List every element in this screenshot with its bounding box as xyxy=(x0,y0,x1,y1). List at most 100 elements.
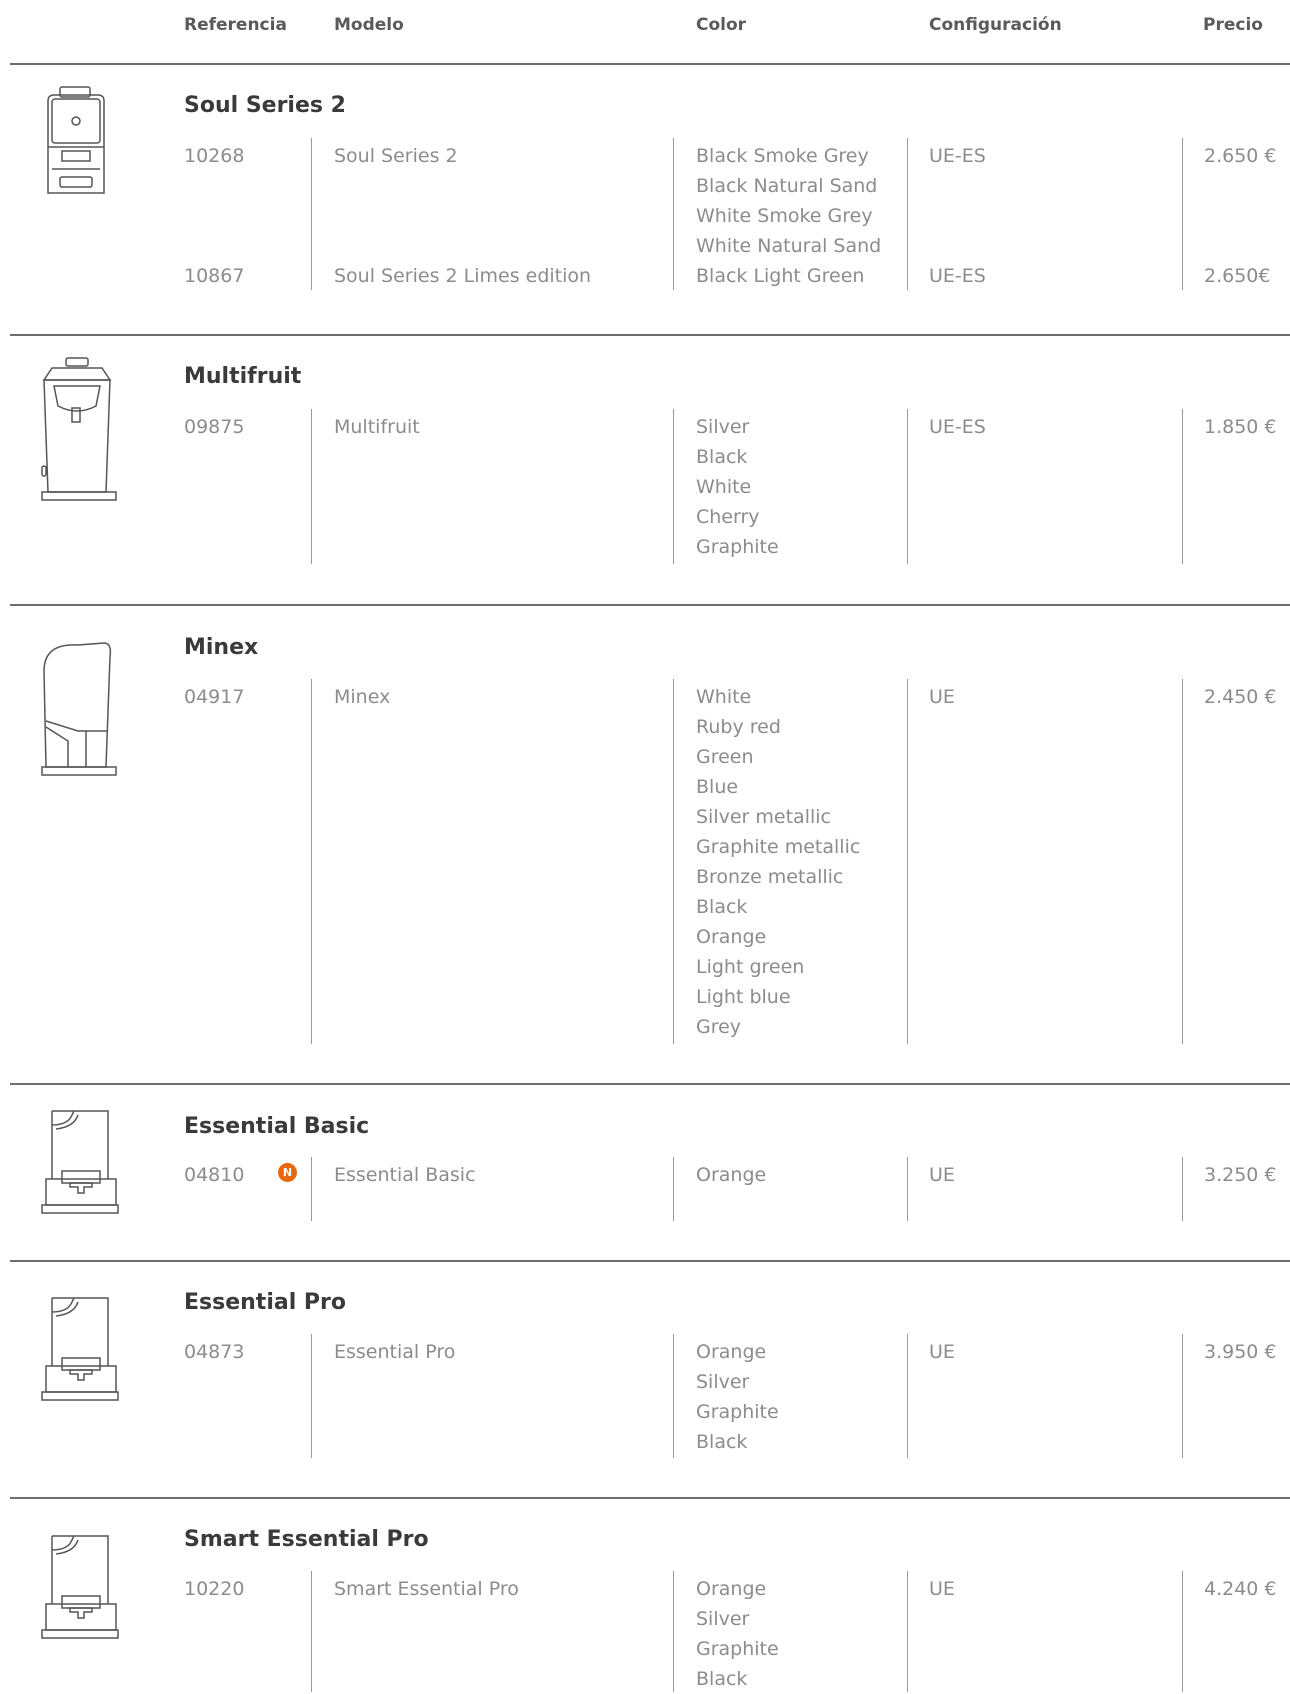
reference: 10268 xyxy=(184,145,245,167)
header-modelo: Modelo xyxy=(334,15,404,35)
column-divider xyxy=(1182,679,1183,1044)
price: 3.250 € xyxy=(1204,1164,1277,1186)
configuration: UE-ES xyxy=(929,145,986,167)
section-divider xyxy=(10,1497,1290,1499)
column-divider xyxy=(907,679,908,1044)
soul-series-2-juicer-icon xyxy=(47,86,105,194)
color-item: Green xyxy=(696,746,754,768)
configuration: UE-ES xyxy=(929,416,986,438)
column-divider xyxy=(1182,1157,1183,1221)
section-divider xyxy=(10,1083,1290,1085)
price: 2.450 € xyxy=(1204,686,1277,708)
model: Smart Essential Pro xyxy=(334,1578,519,1600)
color-item: Black xyxy=(696,896,748,918)
color-item: Orange xyxy=(696,1164,767,1186)
model: Essential Basic xyxy=(334,1164,476,1186)
section-divider xyxy=(10,604,1290,606)
column-divider xyxy=(311,409,312,564)
color-item: Graphite xyxy=(696,1401,779,1423)
configuration: UE xyxy=(929,1578,955,1600)
color-item: White Smoke Grey xyxy=(696,205,873,227)
color-item: Black xyxy=(696,1431,748,1453)
column-divider xyxy=(673,409,674,564)
column-divider xyxy=(907,138,908,290)
color-item: Orange xyxy=(696,1578,767,1600)
color-item: Black xyxy=(696,1668,748,1690)
column-divider xyxy=(1182,1571,1183,1692)
header-precio: Precio xyxy=(1203,15,1263,35)
configuration: UE xyxy=(929,1164,955,1186)
color-item: White xyxy=(696,476,752,498)
section-divider xyxy=(10,63,1290,65)
essential-basic-juicer-icon xyxy=(41,1110,119,1214)
model: Essential Pro xyxy=(334,1341,456,1363)
section-divider xyxy=(10,1260,1290,1262)
color-item: Graphite metallic xyxy=(696,836,861,858)
header-configuracion: Configuración xyxy=(929,15,1062,35)
price: 1.850 € xyxy=(1204,416,1277,438)
color-item: Orange xyxy=(696,1341,767,1363)
reference: 04873 xyxy=(184,1341,245,1363)
color-item: Black xyxy=(696,446,748,468)
minex-juicer-icon xyxy=(41,642,117,776)
color-item: Silver metallic xyxy=(696,806,831,828)
header-referencia: Referencia xyxy=(184,15,287,35)
color-item: Graphite xyxy=(696,536,779,558)
column-divider xyxy=(907,1334,908,1458)
color-item: Black Smoke Grey xyxy=(696,145,869,167)
column-divider xyxy=(311,1571,312,1692)
multifruit-juicer-icon xyxy=(41,357,117,501)
product-name: Soul Series 2 xyxy=(184,93,346,118)
color-item: Black Natural Sand xyxy=(696,175,878,197)
model: Soul Series 2 xyxy=(334,145,458,167)
model: Soul Series 2 Limes edition xyxy=(334,265,592,287)
color-item: Orange xyxy=(696,926,767,948)
reference: 04917 xyxy=(184,686,245,708)
column-divider xyxy=(1182,138,1183,290)
essential-pro-juicer-icon xyxy=(41,1297,119,1401)
product-name: Minex xyxy=(184,635,259,660)
color-item: Bronze metallic xyxy=(696,866,844,888)
color-list: Black Light Green xyxy=(696,261,864,291)
color-list: Orange Silver Graphite Black xyxy=(696,1337,779,1457)
new-badge-icon: N xyxy=(278,1163,297,1182)
price: 3.950 € xyxy=(1204,1341,1277,1363)
color-list: White Ruby red Green Blue Silver metalli… xyxy=(696,682,860,1042)
column-divider xyxy=(311,679,312,1044)
color-item: Cherry xyxy=(696,506,760,528)
column-divider xyxy=(907,409,908,564)
header-color: Color xyxy=(696,15,747,35)
color-list: Orange xyxy=(696,1160,766,1190)
color-item: Light green xyxy=(696,956,805,978)
section-divider xyxy=(10,334,1290,336)
column-divider xyxy=(311,1334,312,1458)
price: 2.650€ xyxy=(1204,265,1271,287)
configuration: UE xyxy=(929,1341,955,1363)
product-name: Smart Essential Pro xyxy=(184,1527,429,1552)
color-item: Grey xyxy=(696,1016,742,1038)
column-divider xyxy=(673,679,674,1044)
price: 4.240 € xyxy=(1204,1578,1277,1600)
reference: 10220 xyxy=(184,1578,245,1600)
reference: 10867 xyxy=(184,265,245,287)
color-item: Ruby red xyxy=(696,716,781,738)
column-divider xyxy=(311,138,312,290)
color-item: White xyxy=(696,686,752,708)
column-divider xyxy=(907,1571,908,1692)
color-item: Silver xyxy=(696,1371,750,1393)
product-name: Multifruit xyxy=(184,364,302,389)
column-divider xyxy=(673,138,674,290)
model: Minex xyxy=(334,686,391,708)
configuration: UE xyxy=(929,686,955,708)
column-divider xyxy=(673,1571,674,1692)
product-name: Essential Basic xyxy=(184,1114,370,1139)
column-divider xyxy=(673,1157,674,1221)
color-list: Silver Black White Cherry Graphite xyxy=(696,412,779,562)
color-list: Orange Silver Graphite Black xyxy=(696,1574,779,1694)
column-divider xyxy=(907,1157,908,1221)
configuration: UE-ES xyxy=(929,265,986,287)
column-divider xyxy=(673,1334,674,1458)
color-list: Black Smoke Grey Black Natural Sand Whit… xyxy=(696,141,881,261)
color-item: Silver xyxy=(696,1608,750,1630)
color-item: Blue xyxy=(696,776,739,798)
